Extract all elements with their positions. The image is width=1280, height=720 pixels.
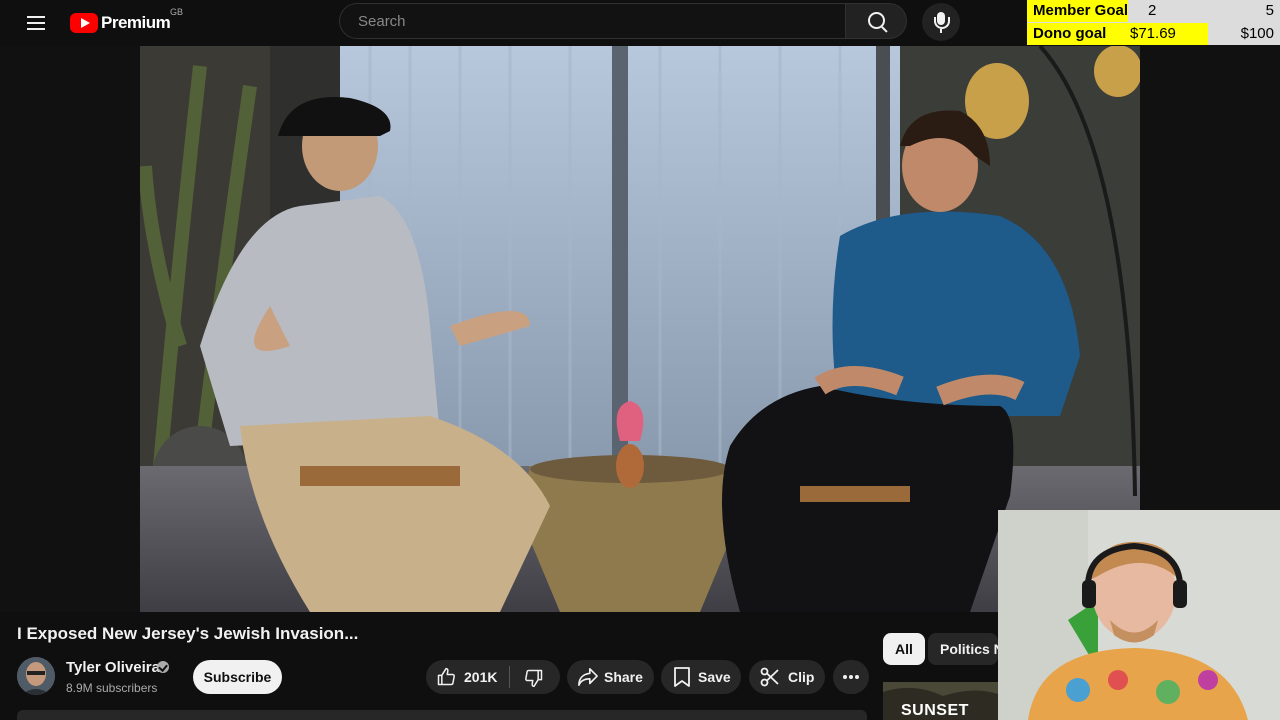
more-icon <box>843 675 859 679</box>
share-icon <box>578 668 598 686</box>
search-box <box>339 3 845 39</box>
bookmark-icon <box>674 667 690 687</box>
avatar-image <box>17 657 55 695</box>
menu-icon[interactable] <box>22 10 50 34</box>
description-box-edge[interactable] <box>17 710 867 720</box>
video-frame <box>140 46 1140 612</box>
more-actions-button[interactable] <box>833 660 869 694</box>
like-dislike-group: 201K <box>426 660 560 694</box>
voice-search-button[interactable] <box>922 3 960 41</box>
stream-goal-overlay: Member Goal 2 5 Dono goal $71.69 $100 <box>1027 0 1280 45</box>
thumbs-down-icon <box>525 669 543 688</box>
dono-goal-current: $71.69 <box>1130 25 1176 42</box>
video-player[interactable] <box>140 46 1140 612</box>
save-button[interactable]: Save <box>661 660 741 694</box>
streamer-webcam-image <box>998 510 1280 720</box>
search-input[interactable] <box>356 11 820 31</box>
like-button[interactable]: 201K <box>426 660 509 694</box>
clip-button[interactable]: Clip <box>749 660 825 694</box>
save-label: Save <box>698 669 731 685</box>
member-goal-target: 5 <box>1265 2 1274 19</box>
dono-goal-label: Dono goal <box>1033 25 1107 42</box>
member-goal-row: Member Goal 2 5 <box>1027 0 1280 22</box>
share-button[interactable]: Share <box>567 660 654 694</box>
subscribe-button[interactable]: Subscribe <box>193 660 282 694</box>
thumbnail-text: SUNSET <box>901 702 969 719</box>
member-goal-current: 2 <box>1148 2 1157 19</box>
app-root: Premium GB Member Goal 2 5 Dono goal $71… <box>0 0 1280 720</box>
avatar[interactable] <box>17 657 55 695</box>
search-button[interactable] <box>845 3 907 39</box>
channel-name[interactable]: Tyler Oliveira <box>66 659 160 676</box>
thumbs-up-icon <box>437 667 455 686</box>
member-goal-label: Member Goal <box>1033 2 1129 19</box>
dislike-button[interactable] <box>510 660 560 694</box>
dono-goal-target: $100 <box>1240 25 1274 42</box>
country-code: GB <box>170 7 184 17</box>
youtube-logo[interactable]: Premium <box>70 11 171 35</box>
video-title: I Exposed New Jersey's Jewish Invasion..… <box>17 624 359 643</box>
clip-label: Clip <box>788 669 815 685</box>
subscriber-count: 8.9M subscribers <box>66 681 158 695</box>
youtube-logo-icon <box>70 13 98 33</box>
scissors-icon <box>760 667 779 687</box>
chip-all[interactable]: All <box>883 633 925 665</box>
like-count: 201K <box>464 669 498 685</box>
webcam-overlay <box>998 510 1280 720</box>
chip-politics[interactable]: Politics N <box>928 633 998 665</box>
share-label: Share <box>604 669 643 685</box>
recommended-video-thumbnail[interactable]: SUNSET <box>883 682 998 720</box>
verified-badge-icon <box>157 661 169 673</box>
dono-goal-row: Dono goal $71.69 $100 <box>1027 23 1280 45</box>
logo-text: Premium <box>101 13 171 32</box>
